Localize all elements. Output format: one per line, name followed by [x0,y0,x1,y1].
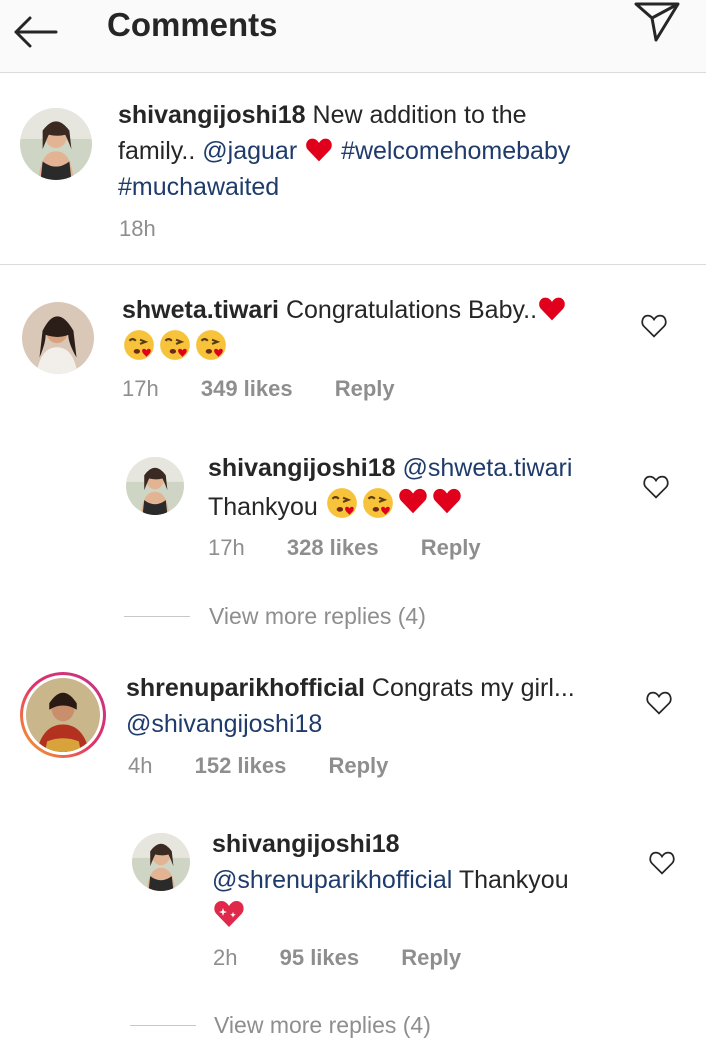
reply-text: shivangijoshi18 @shrenuparikhofficial Th… [212,826,632,935]
red-heart-emoji [537,295,567,323]
view-more-replies-button[interactable]: View more replies (4) [214,1012,431,1039]
caption-body-2: family.. [118,137,196,165]
paper-plane-icon[interactable] [632,0,682,44]
avatar[interactable] [22,302,94,374]
mention-link[interactable]: @shrenuparikhofficial [212,866,452,894]
like-heart-icon[interactable] [640,313,668,339]
reply-body: Thankyou [208,493,318,521]
comment-text: shweta.tiwari Congratulations Baby.. [122,292,632,367]
reply-time: 2h [213,945,238,970]
like-heart-icon[interactable] [648,850,676,876]
comment-username[interactable]: shweta.tiwari [122,296,279,324]
caption-text: shivangijoshi18 New addition to the fami… [118,97,678,205]
reply-username[interactable]: shivangijoshi18 [208,454,396,482]
view-more-line [124,616,190,617]
comment-username[interactable]: shrenuparikhofficial [126,674,365,702]
mention-link[interactable]: @shweta.tiwari [403,454,573,482]
avatar[interactable] [132,833,190,891]
caption-username[interactable]: shivangijoshi18 [118,101,306,129]
comment-time: 17h [122,376,159,401]
mention-link[interactable]: @jaguar [202,137,297,165]
divider [0,264,706,265]
comment-time: 4h [128,753,153,778]
reply-time: 17h [208,535,245,560]
reply-button[interactable]: Reply [421,535,481,560]
like-heart-icon[interactable] [645,690,673,716]
comment-text: shrenuparikhofficial Congrats my girl...… [126,670,636,742]
back-arrow-icon[interactable] [10,12,60,52]
likes-count[interactable]: 95 likes [280,945,360,970]
like-heart-icon[interactable] [642,474,670,500]
view-more-line [130,1025,196,1026]
kiss-emoji-row [122,328,228,362]
reply-button[interactable]: Reply [335,376,395,401]
view-more-replies-button[interactable]: View more replies (4) [209,603,426,630]
page-title: Comments [107,6,278,43]
avatar[interactable] [20,108,92,180]
comment-body: Congratulations Baby.. [285,296,538,324]
reply-meta: 2h 95 likes Reply [213,945,497,971]
comment-meta: 17h 349 likes Reply [122,376,431,402]
likes-count[interactable]: 152 likes [195,753,287,778]
likes-count[interactable]: 349 likes [201,376,293,401]
reply-button[interactable]: Reply [401,945,461,970]
avatar[interactable] [26,678,100,752]
sparkling-heart-emoji [212,898,246,930]
caption-body-1: New addition to the [312,101,527,129]
reply-meta: 17h 328 likes Reply [208,535,517,561]
avatar-story-ring[interactable] [20,672,106,758]
likes-count[interactable]: 328 likes [287,535,379,560]
hashtag-link[interactable]: #welcomehomebaby [341,137,570,165]
reply-text: shivangijoshi18 @shweta.tiwari Thankyou [208,450,628,525]
mention-link[interactable]: @shivangijoshi18 [126,710,322,738]
reply-button[interactable]: Reply [328,753,388,778]
reply-body: Thankyou [458,866,569,894]
hashtag-link[interactable]: #muchawaited [118,173,279,201]
red-heart-emoji [304,136,334,164]
emoji-row [325,486,463,520]
reply-username[interactable]: shivangijoshi18 [212,830,400,858]
top-bar: Comments [0,0,706,73]
comment-meta: 4h 152 likes Reply [128,753,424,779]
comment-body: Congrats my girl... [371,674,575,702]
caption-time: 18h [119,216,156,241]
avatar[interactable] [126,457,184,515]
